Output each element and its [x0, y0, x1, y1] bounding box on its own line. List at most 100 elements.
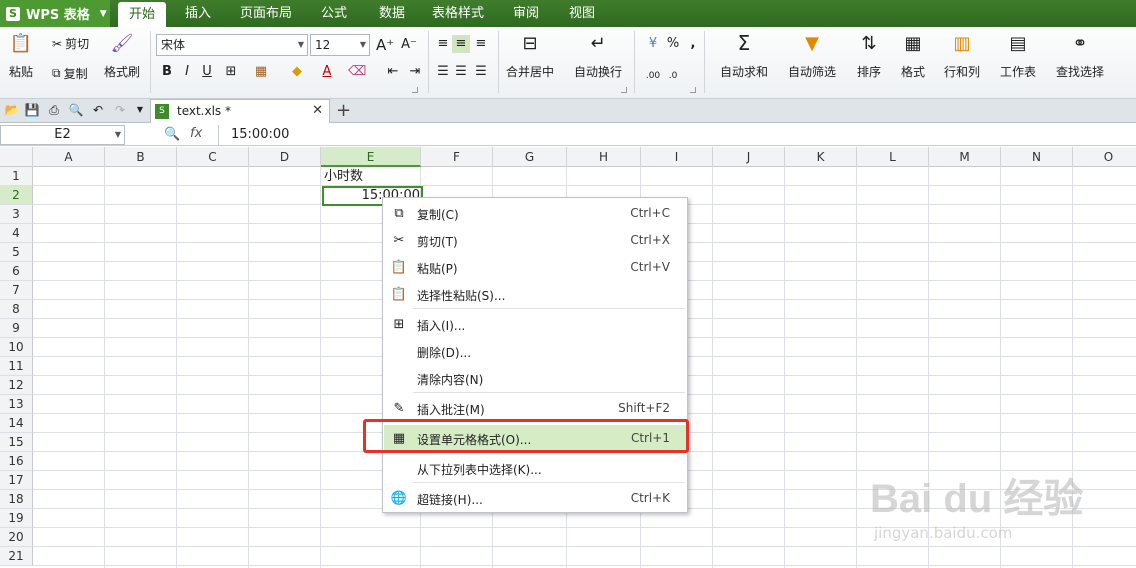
- increase-indent-icon[interactable]: ⇥: [406, 63, 424, 81]
- sort-button[interactable]: ⇅ 排序: [856, 31, 882, 80]
- alignment-dialog-launcher[interactable]: [621, 87, 627, 93]
- context-menu-item[interactable]: 从下拉列表中选择(K)...: [384, 455, 686, 482]
- row-header-15[interactable]: 15: [0, 433, 33, 452]
- align-top-icon[interactable]: ≡: [434, 35, 452, 53]
- formula-input[interactable]: 15:00:00: [218, 125, 1136, 145]
- column-header-c[interactable]: C: [177, 147, 249, 167]
- row-header-8[interactable]: 8: [0, 300, 33, 319]
- decrease-indent-icon[interactable]: ⇤: [384, 63, 402, 81]
- column-header-j[interactable]: J: [713, 147, 785, 167]
- align-bottom-icon[interactable]: ≡: [472, 35, 490, 53]
- name-box[interactable]: E2 ▼: [0, 125, 125, 145]
- align-middle-icon[interactable]: ≡: [452, 35, 470, 53]
- row-header-21[interactable]: 21: [0, 547, 33, 566]
- print-icon[interactable]: ⎙: [46, 102, 62, 118]
- row-header-18[interactable]: 18: [0, 490, 33, 509]
- select-all-corner[interactable]: [0, 147, 33, 167]
- autofilter-button[interactable]: ▼ 自动筛选: [788, 31, 836, 80]
- document-tab[interactable]: S text.xls * ✕: [150, 99, 330, 123]
- autosum-button[interactable]: Σ 自动求和: [720, 31, 768, 80]
- tab-home[interactable]: 开始: [118, 2, 166, 27]
- cell-style-icon[interactable]: ▦: [252, 63, 270, 81]
- find-select-button[interactable]: ⚭ 查找选择: [1056, 31, 1104, 80]
- tab-insert[interactable]: 插入: [176, 0, 220, 27]
- save-icon[interactable]: 💾: [24, 102, 40, 118]
- context-menu-item[interactable]: 📋 粘贴(P) Ctrl+V: [384, 254, 686, 281]
- shrink-font-icon[interactable]: A⁻: [400, 36, 418, 54]
- row-header-6[interactable]: 6: [0, 262, 33, 281]
- print-preview-icon[interactable]: 🔍: [68, 102, 84, 118]
- row-header-10[interactable]: 10: [0, 338, 33, 357]
- paste-button[interactable]: 📋 粘贴: [8, 31, 34, 80]
- align-center-icon[interactable]: ☰: [452, 63, 470, 81]
- bold-icon[interactable]: B: [158, 63, 176, 81]
- border-icon[interactable]: ⊞: [222, 63, 240, 81]
- column-header-d[interactable]: D: [249, 147, 321, 167]
- align-left-icon[interactable]: ☰: [434, 63, 452, 81]
- wrap-text-button[interactable]: ↵ 自动换行: [574, 31, 622, 80]
- column-header-b[interactable]: B: [105, 147, 177, 167]
- tab-review[interactable]: 审阅: [504, 0, 548, 27]
- fill-color-icon[interactable]: ◆: [288, 63, 306, 81]
- tab-data[interactable]: 数据: [370, 0, 414, 27]
- row-header-16[interactable]: 16: [0, 452, 33, 471]
- column-header-n[interactable]: N: [1001, 147, 1073, 167]
- row-header-17[interactable]: 17: [0, 471, 33, 490]
- zoom-search-icon[interactable]: 🔍: [164, 127, 180, 142]
- row-header-19[interactable]: 19: [0, 509, 33, 528]
- tab-view[interactable]: 视图: [560, 0, 604, 27]
- quick-access-dropdown-icon[interactable]: ▼: [132, 102, 148, 118]
- fx-icon[interactable]: fx: [190, 126, 202, 141]
- column-header-m[interactable]: M: [929, 147, 1001, 167]
- font-dialog-launcher[interactable]: [412, 87, 418, 93]
- row-header-11[interactable]: 11: [0, 357, 33, 376]
- context-menu-item[interactable]: 清除内容(N): [384, 365, 686, 392]
- row-header-5[interactable]: 5: [0, 243, 33, 262]
- row-header-3[interactable]: 3: [0, 205, 33, 224]
- row-header-4[interactable]: 4: [0, 224, 33, 243]
- percent-icon[interactable]: %: [664, 35, 682, 53]
- row-header-2[interactable]: 2: [0, 186, 33, 205]
- column-header-e[interactable]: E: [321, 147, 421, 167]
- column-header-g[interactable]: G: [493, 147, 567, 167]
- row-header-1[interactable]: 1: [0, 167, 33, 186]
- worksheet-button[interactable]: ▤ 工作表: [1000, 31, 1036, 80]
- column-header-h[interactable]: H: [567, 147, 641, 167]
- row-header-12[interactable]: 12: [0, 376, 33, 395]
- font-color-icon[interactable]: A: [318, 63, 336, 81]
- app-menu-button[interactable]: S WPS 表格 ▼: [0, 0, 110, 27]
- row-header-9[interactable]: 9: [0, 319, 33, 338]
- font-name-select[interactable]: 宋体 ▼: [156, 34, 308, 56]
- context-menu-item[interactable]: 🌐 超链接(H)... Ctrl+K: [384, 485, 686, 512]
- underline-icon[interactable]: U: [198, 63, 216, 81]
- tab-formulas[interactable]: 公式: [312, 0, 356, 27]
- column-header-a[interactable]: A: [33, 147, 105, 167]
- italic-icon[interactable]: I: [178, 63, 196, 81]
- comma-icon[interactable]: ,: [684, 35, 702, 53]
- currency-icon[interactable]: ¥: [644, 35, 662, 53]
- grow-font-icon[interactable]: A⁺: [376, 36, 394, 54]
- merge-center-button[interactable]: ⊟ 合并居中: [506, 31, 554, 80]
- context-menu-item[interactable]: 📋 选择性粘贴(S)...: [384, 281, 686, 308]
- column-header-i[interactable]: I: [641, 147, 713, 167]
- copy-button[interactable]: ⧉ 复制: [52, 65, 88, 82]
- row-header-20[interactable]: 20: [0, 528, 33, 547]
- tab-page-layout[interactable]: 页面布局: [236, 0, 296, 27]
- decrease-decimal-icon[interactable]: .0: [664, 67, 682, 85]
- open-folder-icon[interactable]: 📂: [4, 102, 20, 118]
- new-tab-icon[interactable]: +: [336, 100, 351, 121]
- undo-icon[interactable]: ↶: [90, 102, 106, 118]
- rows-cols-button[interactable]: ▥ 行和列: [944, 31, 980, 80]
- row-header-13[interactable]: 13: [0, 395, 33, 414]
- context-menu-item[interactable]: ✎ 插入批注(M) Shift+F2: [384, 395, 686, 422]
- column-header-l[interactable]: L: [857, 147, 929, 167]
- align-right-icon[interactable]: ☰: [472, 63, 490, 81]
- format-button[interactable]: ▦ 格式: [900, 31, 926, 80]
- font-size-select[interactable]: 12 ▼: [310, 34, 370, 56]
- number-dialog-launcher[interactable]: [690, 87, 696, 93]
- context-menu-item[interactable]: ⊞ 插入(I)...: [384, 311, 686, 338]
- cell-e1[interactable]: 小时数: [322, 167, 363, 186]
- column-header-k[interactable]: K: [785, 147, 857, 167]
- format-painter-button[interactable]: 🖌 格式刷: [104, 31, 140, 80]
- row-header-14[interactable]: 14: [0, 414, 33, 433]
